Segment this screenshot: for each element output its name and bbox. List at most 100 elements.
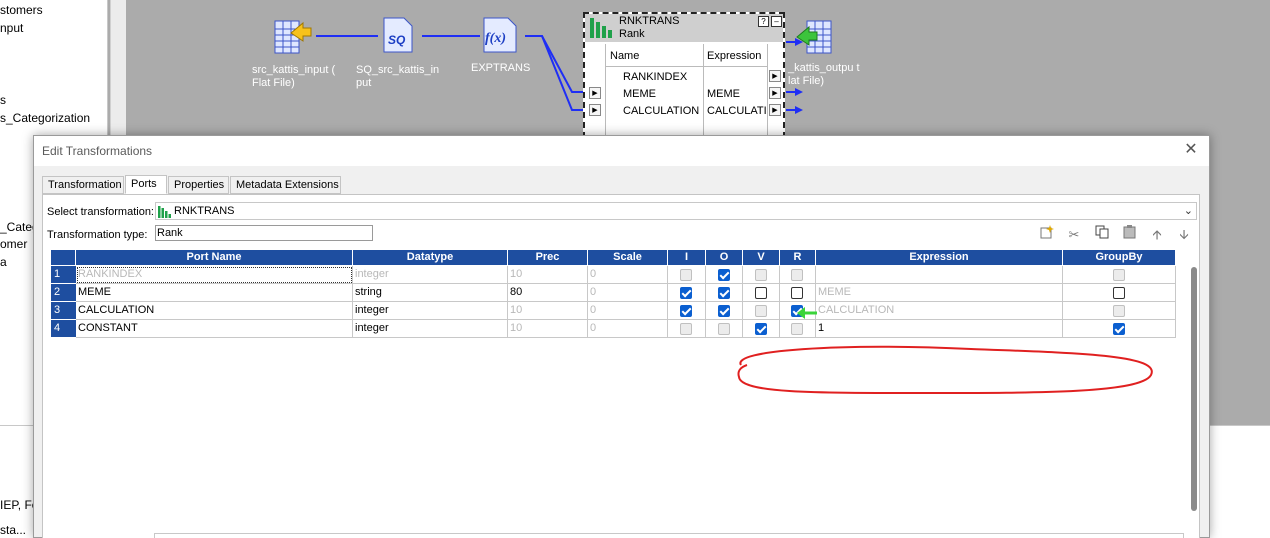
cell-output[interactable]	[706, 266, 743, 284]
cell-groupby[interactable]	[1063, 284, 1176, 302]
close-icon[interactable]: ✕	[1181, 141, 1201, 161]
cell-precision[interactable]: 80	[508, 284, 588, 302]
paste-icon[interactable]	[1120, 225, 1140, 245]
cell-port-name[interactable]: RANKINDEX	[76, 266, 353, 284]
flat-file-target-icon[interactable]	[795, 15, 832, 55]
checkbox-groupby[interactable]	[1113, 287, 1125, 299]
cell-rank[interactable]	[780, 266, 816, 284]
grid-scrollbar[interactable]	[1191, 267, 1197, 511]
cell-input[interactable]	[668, 302, 706, 320]
column-header-precision[interactable]: Prec	[508, 250, 588, 265]
column-header-expression[interactable]: Expression	[816, 250, 1063, 265]
navigator-item[interactable]: a	[0, 255, 7, 269]
tab-properties[interactable]: Properties	[168, 176, 229, 194]
column-header-variable[interactable]: V	[743, 250, 780, 265]
checkbox-input	[680, 323, 692, 335]
source-qualifier-icon[interactable]: SQ	[380, 14, 416, 54]
row-number[interactable]: 4	[51, 320, 76, 338]
cell-groupby[interactable]	[1063, 320, 1176, 338]
output-port-arrow-icon[interactable]: ▶	[769, 87, 781, 99]
cell-precision[interactable]: 10	[508, 266, 588, 284]
new-port-icon[interactable]	[1037, 225, 1057, 245]
cell-output[interactable]	[706, 320, 743, 338]
column-header-groupby[interactable]: GroupBy	[1063, 250, 1176, 265]
cell-expression[interactable]: MEME	[816, 284, 1063, 302]
minimize-icon[interactable]: –	[771, 16, 782, 27]
input-port-arrow-icon[interactable]: ▶	[589, 87, 601, 99]
cell-scale[interactable]: 0	[588, 320, 668, 338]
checkbox-rank[interactable]	[791, 287, 803, 299]
cell-variable[interactable]	[743, 320, 780, 338]
cell-input[interactable]	[668, 266, 706, 284]
cell-port-name[interactable]: CALCULATION	[76, 302, 353, 320]
cell-variable[interactable]	[743, 284, 780, 302]
cell-port-name[interactable]: MEME	[76, 284, 353, 302]
cell-text: CALCULATION	[78, 304, 155, 316]
checkbox-output[interactable]	[718, 269, 730, 281]
cell-scale[interactable]: 0	[588, 284, 668, 302]
cell-datatype[interactable]: integer	[353, 302, 508, 320]
move-up-icon[interactable]: 🡩	[1147, 225, 1167, 245]
expression-icon[interactable]: f(x)	[480, 14, 517, 54]
row-number[interactable]: 2	[51, 284, 76, 302]
cell-output[interactable]	[706, 302, 743, 320]
rank-column-name: Name	[610, 50, 640, 62]
cell-output[interactable]	[706, 284, 743, 302]
column-header-port-name[interactable]: Port Name	[76, 250, 353, 265]
checkbox-variable[interactable]	[755, 323, 767, 335]
cell-precision[interactable]: 10	[508, 302, 588, 320]
cell-text: MEME	[818, 286, 851, 298]
cell-groupby[interactable]	[1063, 302, 1176, 320]
flat-file-source-icon[interactable]	[273, 15, 312, 55]
checkbox-variable[interactable]	[755, 287, 767, 299]
select-transformation-dropdown[interactable]: RNKTRANS ⌄	[155, 202, 1197, 220]
cell-rank[interactable]	[780, 284, 816, 302]
cell-datatype[interactable]: string	[353, 284, 508, 302]
row-number[interactable]: 1	[51, 266, 76, 284]
output-port-arrow-icon[interactable]: ▶	[769, 70, 781, 82]
navigator-item[interactable]: stomers	[0, 3, 43, 17]
navigator-item[interactable]: nput	[0, 21, 23, 35]
cell-precision[interactable]: 10	[508, 320, 588, 338]
column-header-input[interactable]: I	[668, 250, 706, 265]
checkbox-groupby[interactable]	[1113, 323, 1125, 335]
row-number[interactable]: 3	[51, 302, 76, 320]
move-down-icon[interactable]: 🡫	[1174, 225, 1194, 245]
cell-expression[interactable]: 1	[816, 320, 1063, 338]
checkbox-output[interactable]	[718, 287, 730, 299]
column-header-scale[interactable]: Scale	[588, 250, 668, 265]
output-port-arrow-icon[interactable]: ▶	[769, 104, 781, 116]
cell-input[interactable]	[668, 284, 706, 302]
cut-icon[interactable]: ✂	[1064, 225, 1084, 245]
cell-port-name[interactable]: CONSTANT	[76, 320, 353, 338]
help-icon[interactable]: ?	[758, 16, 769, 27]
checkbox-input[interactable]	[680, 305, 692, 317]
column-header-rank[interactable]: R	[780, 250, 816, 265]
copy-icon[interactable]	[1092, 225, 1112, 245]
cell-rank[interactable]	[780, 320, 816, 338]
cell-datatype[interactable]: integer	[353, 320, 508, 338]
cell-datatype[interactable]: integer	[353, 266, 508, 284]
tab-transformation[interactable]: Transformation	[42, 176, 124, 194]
navigator-item[interactable]: omer	[0, 237, 27, 251]
cell-variable[interactable]	[743, 302, 780, 320]
input-port-arrow-icon[interactable]: ▶	[589, 104, 601, 116]
checkbox-input[interactable]	[680, 287, 692, 299]
navigator-item[interactable]: s	[0, 93, 6, 107]
cell-scale[interactable]: 0	[588, 302, 668, 320]
dialog-titlebar[interactable]: Edit Transformations ✕	[34, 136, 1209, 166]
column-header-output[interactable]: O	[706, 250, 743, 265]
tab-metadata-extensions[interactable]: Metadata Extensions	[230, 176, 341, 194]
rank-transformation-box[interactable]: RNKTRANS Rank ? – Name Expression RANKIN…	[583, 12, 785, 138]
cell-expression[interactable]	[816, 266, 1063, 284]
cell-scale[interactable]: 0	[588, 266, 668, 284]
cell-expression[interactable]: CALCULATION	[816, 302, 1063, 320]
chevron-down-icon[interactable]: ⌄	[1184, 204, 1193, 217]
column-header-datatype[interactable]: Datatype	[353, 250, 508, 265]
cell-variable[interactable]	[743, 266, 780, 284]
checkbox-output[interactable]	[718, 305, 730, 317]
navigator-item[interactable]: s_Categorization	[0, 111, 90, 125]
cell-groupby[interactable]	[1063, 266, 1176, 284]
cell-input[interactable]	[668, 320, 706, 338]
tab-ports[interactable]: Ports	[125, 175, 167, 194]
